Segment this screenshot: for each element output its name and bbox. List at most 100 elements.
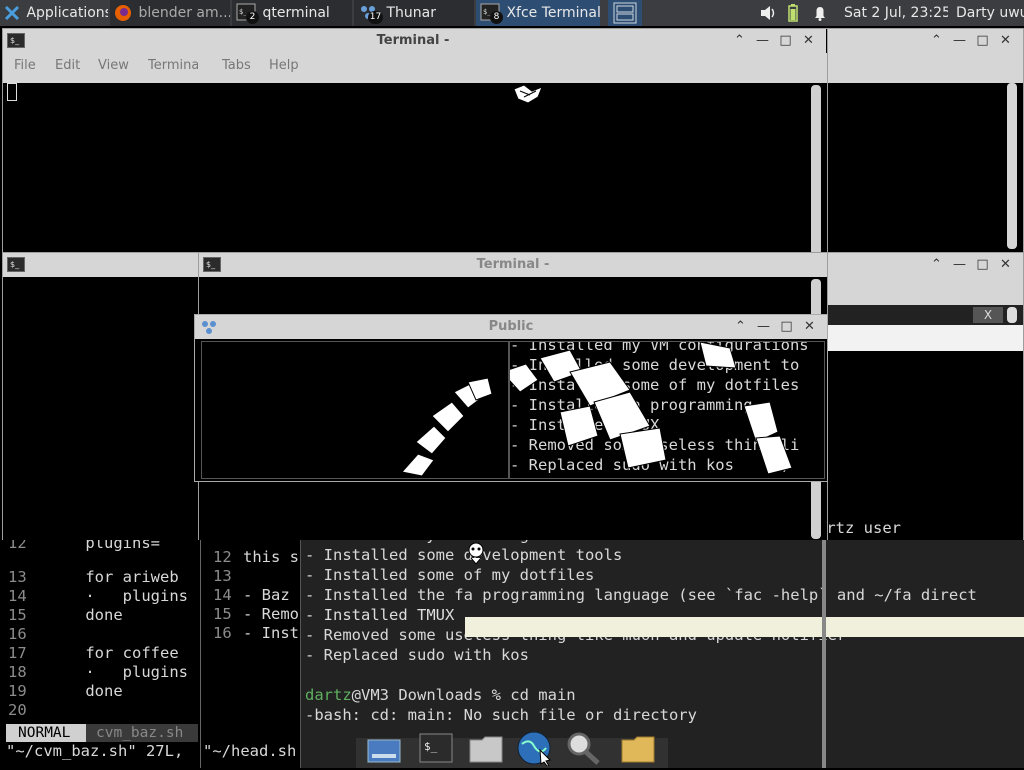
task-blender[interactable]: blender am... [110,0,230,26]
menu-file[interactable]: File [14,58,36,73]
applications-label: Applications [26,5,108,21]
vim-window-mid: 12 this s 13 14 - Baz 15 - Remo 16 - Inst "~/hea… [200,540,310,768]
menu-help[interactable]: Help [269,58,299,73]
battery-icon [788,4,798,22]
code-line: plugins= [48,540,160,552]
user-menu[interactable]: Darty uwu [956,0,1024,26]
dock-browser[interactable] [514,728,554,767]
titlebar: ⌃ — □ ✕ [827,29,1023,53]
minimize-button[interactable]: — [948,253,971,277]
menu-view[interactable]: View [98,58,129,73]
terminal-icon: $_ [7,257,25,272]
maximize-up-button[interactable]: ⌃ [925,29,948,53]
dock-files[interactable] [618,728,658,766]
minimize-button[interactable]: — [752,315,775,339]
code-line: · plugins [48,587,188,605]
minimize-button[interactable]: — [751,29,774,53]
svg-text:$_: $_ [424,740,438,753]
line-number: 13 [8,568,27,586]
terminal-line: - Replaced sudo with kos [305,646,529,664]
window-title: Terminal - [476,257,550,272]
line-number: 15 [213,605,232,623]
prompt-command: @VM3 Downloads % cd main [351,686,576,704]
titlebar: $_ [3,253,201,277]
volume-button[interactable] [758,0,780,26]
task-qterminal[interactable]: $_ 2 qterminal [232,0,352,26]
task-badge: 17 [368,11,383,24]
terminal-line: - Installed my VM configurations [305,540,604,544]
left-terminal-window-2: $_ [2,252,202,542]
dock-home-folder[interactable] [466,728,506,766]
top-panel: Applications ≡ blender am... $_ 2 qtermi… [0,0,1024,26]
code-line: for ariweb [48,568,179,586]
vim-filename: cvm_baz.sh [86,724,198,742]
terminal-partial-text: artz user [826,519,901,537]
minimize-button[interactable]: — [948,29,971,53]
code-line: done [48,682,123,700]
code-line: - Remo [243,605,299,623]
titlebar: ⌃ — □ ✕ [827,253,1023,277]
maximize-button[interactable]: □ [971,29,994,53]
bell-icon [815,7,825,21]
maximize-button[interactable]: □ [775,315,798,339]
line-number: 19 [8,682,27,700]
menu-terminal[interactable]: Terminal [148,58,198,73]
code-line: done [48,606,123,624]
line-number: 12 [8,540,27,552]
line-number: 16 [8,625,27,643]
terminal-icon: $_ [419,733,453,763]
firefox-icon [115,5,131,21]
clock[interactable]: Sat 2 Jul, 23:25 [844,0,948,26]
terminal-line: dartz@VM3 Downloads % cd main [305,686,576,704]
maximize-up-button[interactable]: ⌃ [925,253,948,277]
close-button[interactable]: ✕ [798,315,821,339]
line-number: 16 [213,624,232,642]
maximize-button[interactable]: □ [971,253,994,277]
dock: $_ [356,722,668,768]
close-button[interactable]: ✕ [994,253,1017,277]
vim-status-line: "~/cvm_baz.sh" 27L, [6,742,184,760]
sprite-image [468,542,484,565]
dock-search[interactable] [562,728,602,766]
line-number: 14 [8,587,27,605]
scrollbar[interactable] [1007,83,1017,249]
maximize-up-button[interactable]: ⌃ [729,315,752,339]
text-preview-right: - Installed my VM configurations - Instal… [509,341,825,479]
line-number: 13 [213,567,232,585]
applications-menu[interactable]: Applications ≡ [0,0,108,26]
scrollbar[interactable] [811,85,821,255]
code-line: this s [243,548,299,566]
public-window: Public ⌃ — □ ✕ - Installed my VM configurat… [194,314,828,482]
window-controls: ⌃ — □ ✕ [729,315,821,339]
close-button[interactable]: ✕ [994,29,1017,53]
window-controls: ⌃ — □ ✕ [925,29,1017,53]
notifications-button[interactable] [812,0,830,26]
image-preview-left [201,341,509,479]
titlebar: $_ [3,29,201,53]
titlebar: Terminal - ⌃ — □ ✕ [198,29,826,53]
dock-drive[interactable] [364,728,404,766]
tab-close-button[interactable]: X [973,307,1003,323]
vim-window-left: 12 plugins= 13 for ariweb 14 · plugins 15 d… [2,540,202,768]
task-label: blender am... [138,5,230,21]
maximize-button[interactable]: □ [774,29,797,53]
menu-tabs[interactable]: Tabs [222,58,251,73]
maximize-up-button[interactable]: ⌃ [728,29,751,53]
menu-edit[interactable]: Edit [55,58,80,73]
code-line: · plugins [48,663,188,681]
workspace-switcher[interactable] [608,0,642,26]
sprite-trail-image [401,377,493,477]
background-terminal-window: ⌃ — □ ✕ [826,28,1024,256]
line-number: 14 [213,586,232,604]
task-xfce-terminal[interactable]: $_ 8 Xfce Terminal [476,0,600,26]
drive-icon [367,739,401,763]
vim-mode-indicator: NORMAL [6,724,86,742]
window-controls: ⌃ — □ ✕ [728,29,820,53]
battery-indicator[interactable] [786,0,804,26]
dock-terminal[interactable]: $_ [416,728,456,766]
xfce-logo-icon [4,5,20,21]
folder-icon [469,736,503,763]
task-thunar[interactable]: 17 Thunar [354,0,474,26]
close-button[interactable]: ✕ [797,29,820,53]
task-badge: 8 [490,11,503,24]
